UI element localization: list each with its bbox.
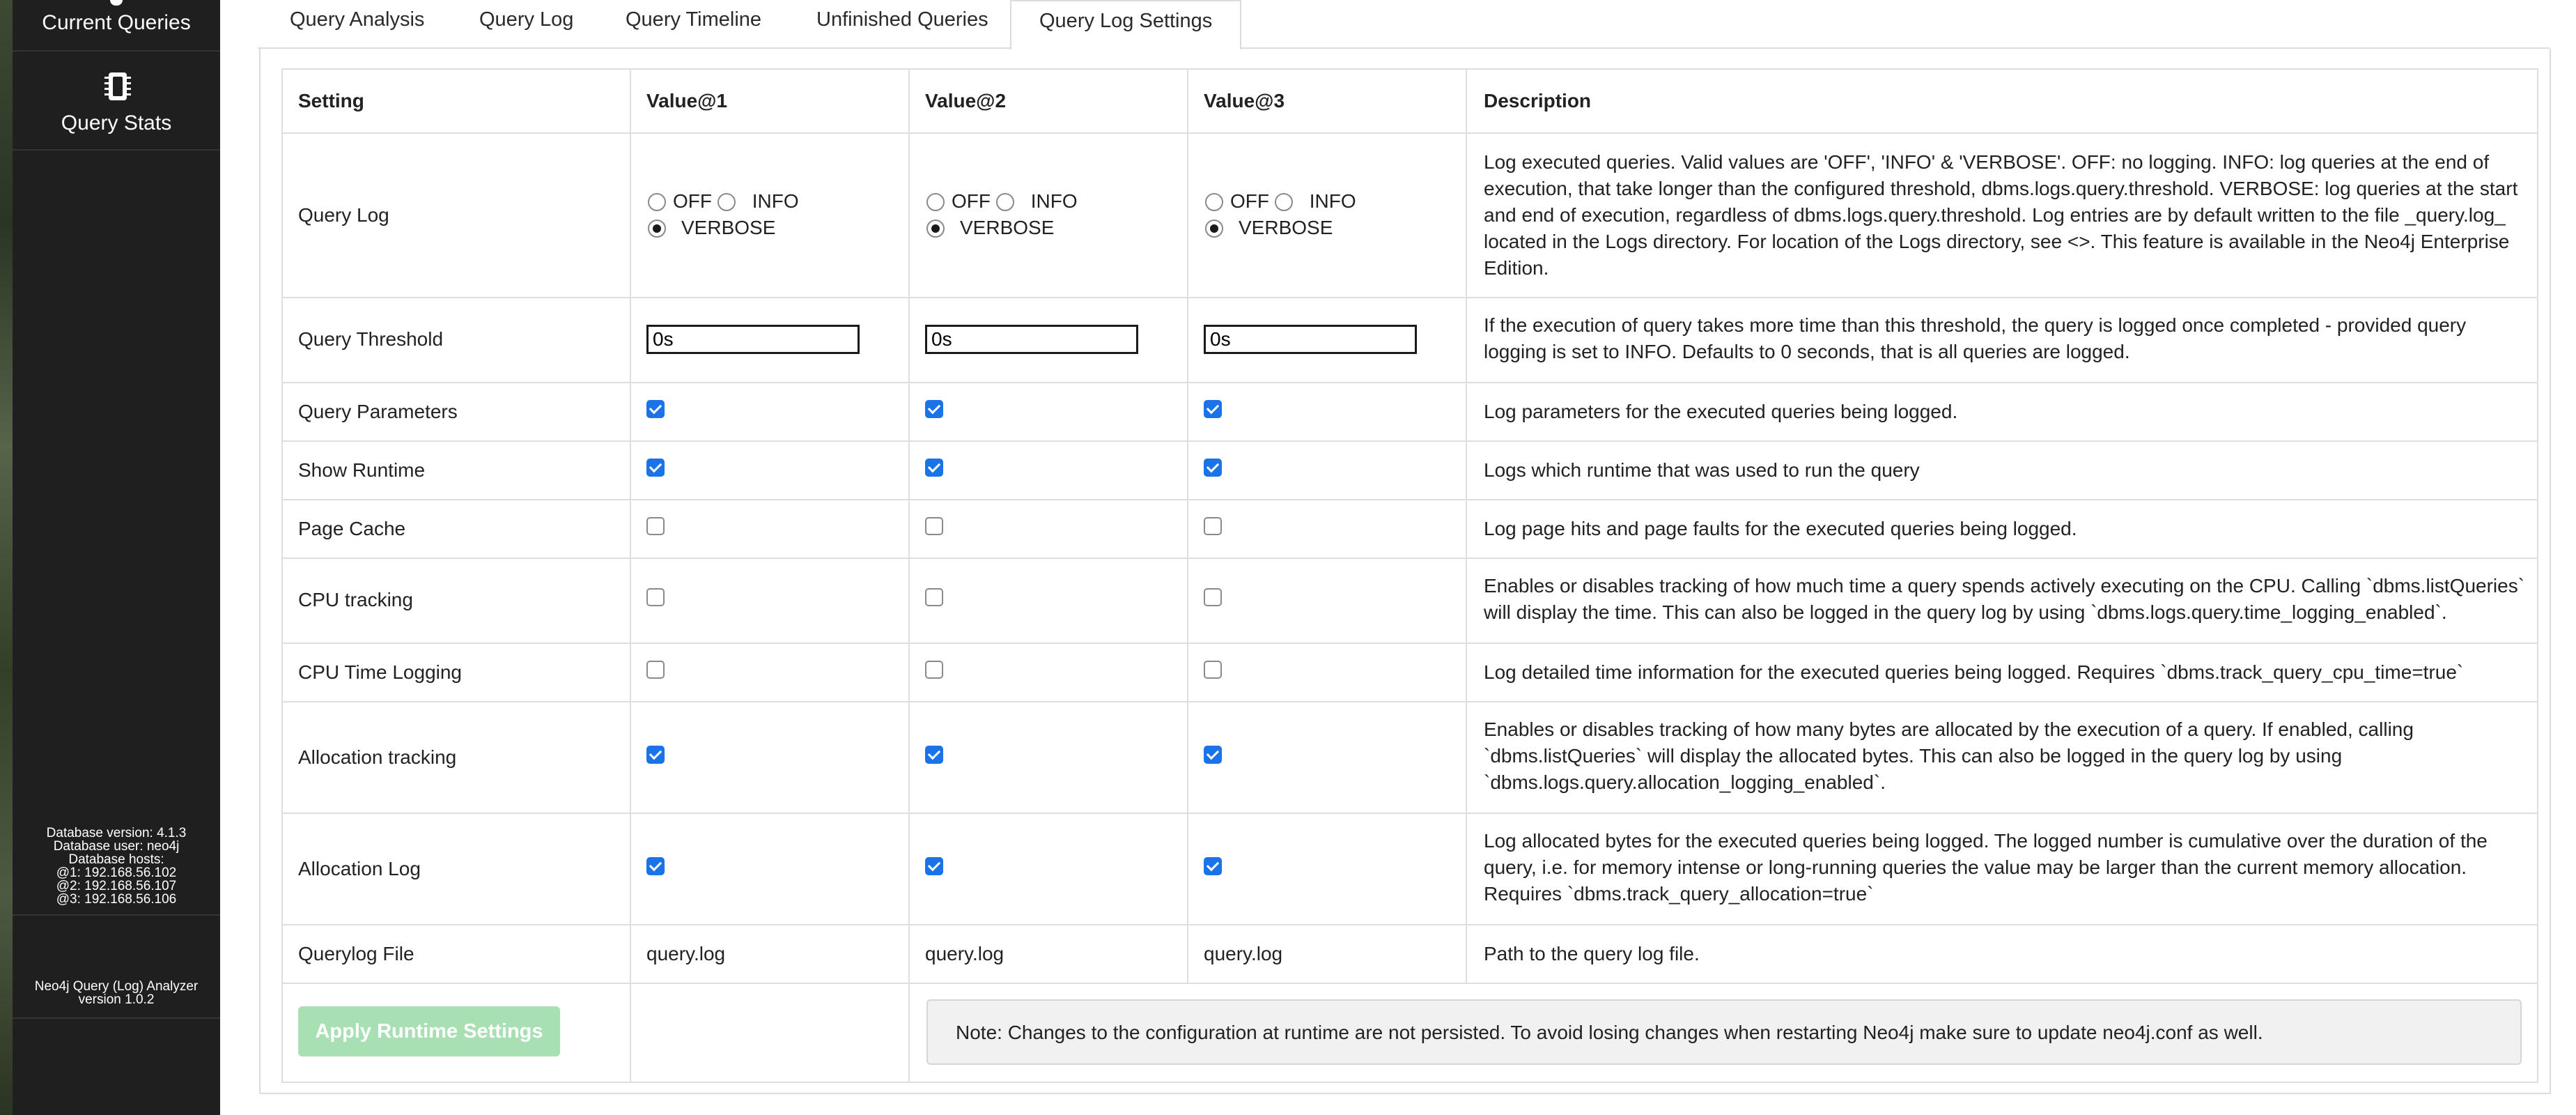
allocation-tracking-checkbox-2[interactable] xyxy=(925,746,943,764)
app-version: version 1.0.2 xyxy=(78,992,155,1007)
setting-description: If the execution of query takes more tim… xyxy=(1484,314,2467,362)
page-cache-checkbox-1[interactable] xyxy=(646,517,665,535)
database-host: @3: 192.168.56.106 xyxy=(56,892,177,907)
column-header-value-3: Value@3 xyxy=(1204,90,1285,112)
page-cache-checkbox-2[interactable] xyxy=(925,517,943,535)
setting-label: Allocation tracking xyxy=(298,746,457,768)
setting-description: Log page hits and page faults for the ex… xyxy=(1484,518,2077,539)
setting-label: CPU Time Logging xyxy=(298,661,463,683)
column-header-setting: Setting xyxy=(298,90,364,112)
query-parameters-checkbox-1[interactable] xyxy=(646,400,665,418)
query-log-radio-group-1: OFF INFO VERBOSE xyxy=(648,188,899,241)
setting-label: Query Log xyxy=(298,204,389,226)
radio-info[interactable] xyxy=(995,193,1014,211)
setting-label: Show Runtime xyxy=(298,459,426,481)
database-user: Database user: neo4j xyxy=(53,839,180,854)
cpu-time-logging-checkbox-2[interactable] xyxy=(925,661,943,679)
cpu-time-logging-checkbox-1[interactable] xyxy=(646,661,665,679)
cpu-tracking-checkbox-3[interactable] xyxy=(1204,588,1222,606)
setting-label: Query Parameters xyxy=(298,401,458,422)
chip-icon xyxy=(104,72,131,100)
tab-bar: Query Analysis Query Log Query Timeline … xyxy=(258,0,2550,50)
database-info: Database version: 4.1.3 Database user: n… xyxy=(13,824,220,916)
query-threshold-input-1[interactable] xyxy=(646,325,860,354)
app-name: Neo4j Query (Log) Analyzer xyxy=(34,979,199,994)
radio-info[interactable] xyxy=(717,193,736,211)
querylog-file-value-3: query.log xyxy=(1204,943,1283,964)
sidebar-item-current-queries[interactable]: Current Queries xyxy=(13,0,220,52)
persistence-note: Note: Changes to the configuration at ru… xyxy=(926,999,2522,1065)
cpu-tracking-checkbox-2[interactable] xyxy=(925,588,943,606)
sidebar: Current Queries Query Stats Database ver… xyxy=(13,0,220,1115)
current-queries-icon xyxy=(110,0,123,6)
radio-off[interactable] xyxy=(926,193,945,211)
setting-label: Querylog File xyxy=(298,943,414,964)
tab-unfinished-queries[interactable]: Unfinished Queries xyxy=(816,0,988,49)
tab-query-timeline[interactable]: Query Timeline xyxy=(626,0,761,49)
database-hosts-label: Database hosts: xyxy=(68,852,164,867)
cpu-tracking-checkbox-1[interactable] xyxy=(646,588,665,606)
querylog-file-value-2: query.log xyxy=(925,943,1004,964)
setting-description: Path to the query log file. xyxy=(1484,943,1700,964)
allocation-tracking-checkbox-1[interactable] xyxy=(646,746,665,764)
setting-label: CPU tracking xyxy=(298,589,413,610)
radio-off[interactable] xyxy=(1205,193,1223,211)
query-threshold-input-3[interactable] xyxy=(1204,325,1417,354)
column-header-description: Description xyxy=(1484,90,1592,112)
database-host: @1: 192.168.56.102 xyxy=(56,866,177,880)
tab-query-log[interactable]: Query Log xyxy=(479,0,573,49)
querylog-file-value-1: query.log xyxy=(646,943,726,964)
database-host: @2: 192.168.56.107 xyxy=(56,879,177,893)
apply-runtime-settings-button[interactable]: Apply Runtime Settings xyxy=(298,1006,560,1056)
query-parameters-checkbox-2[interactable] xyxy=(925,400,943,418)
radio-info[interactable] xyxy=(1274,193,1293,211)
column-header-value-2: Value@2 xyxy=(925,90,1007,112)
sidebar-item-label: Query Stats xyxy=(61,112,172,134)
query-log-radio-group-2: OFF INFO VERBOSE xyxy=(926,188,1177,241)
tab-query-analysis[interactable]: Query Analysis xyxy=(290,0,424,49)
background-photo xyxy=(0,0,13,1115)
allocation-log-checkbox-2[interactable] xyxy=(925,857,943,875)
page-cache-checkbox-3[interactable] xyxy=(1204,517,1222,535)
setting-description: Enables or disables tracking of how much… xyxy=(1484,575,2525,623)
app-version-info: Neo4j Query (Log) Analyzer version 1.0.2 xyxy=(13,927,220,1019)
query-parameters-checkbox-3[interactable] xyxy=(1204,400,1222,418)
database-version: Database version: 4.1.3 xyxy=(46,826,187,840)
setting-description: Log allocated bytes for the executed que… xyxy=(1484,830,2488,905)
radio-verbose[interactable] xyxy=(926,220,945,238)
show-runtime-checkbox-2[interactable] xyxy=(925,459,943,477)
query-threshold-input-2[interactable] xyxy=(925,325,1138,354)
query-log-radio-group-3: OFF INFO VERBOSE xyxy=(1205,188,1456,241)
setting-label: Allocation Log xyxy=(298,858,421,879)
column-header-value-1: Value@1 xyxy=(646,90,728,112)
radio-verbose[interactable] xyxy=(648,220,666,238)
setting-label: Page Cache xyxy=(298,518,406,539)
radio-off[interactable] xyxy=(648,193,666,211)
show-runtime-checkbox-3[interactable] xyxy=(1204,459,1222,477)
setting-description: Log detailed time information for the ex… xyxy=(1484,661,2464,683)
setting-description: Enables or disables tracking of how many… xyxy=(1484,718,2414,793)
allocation-log-checkbox-1[interactable] xyxy=(646,857,665,875)
cpu-time-logging-checkbox-3[interactable] xyxy=(1204,661,1222,679)
setting-description: Logs which runtime that was used to run … xyxy=(1484,459,1920,481)
setting-label: Query Threshold xyxy=(298,328,444,350)
allocation-log-checkbox-3[interactable] xyxy=(1204,857,1222,875)
show-runtime-checkbox-1[interactable] xyxy=(646,459,665,477)
radio-verbose[interactable] xyxy=(1205,220,1223,238)
sidebar-item-label: Current Queries xyxy=(42,11,191,34)
allocation-tracking-checkbox-3[interactable] xyxy=(1204,746,1222,764)
setting-description: Log executed queries. Valid values are '… xyxy=(1484,151,2518,279)
sidebar-item-query-stats[interactable]: Query Stats xyxy=(13,53,220,151)
tab-query-log-settings[interactable]: Query Log Settings xyxy=(1010,0,1242,50)
setting-description: Log parameters for the executed queries … xyxy=(1484,401,1958,422)
